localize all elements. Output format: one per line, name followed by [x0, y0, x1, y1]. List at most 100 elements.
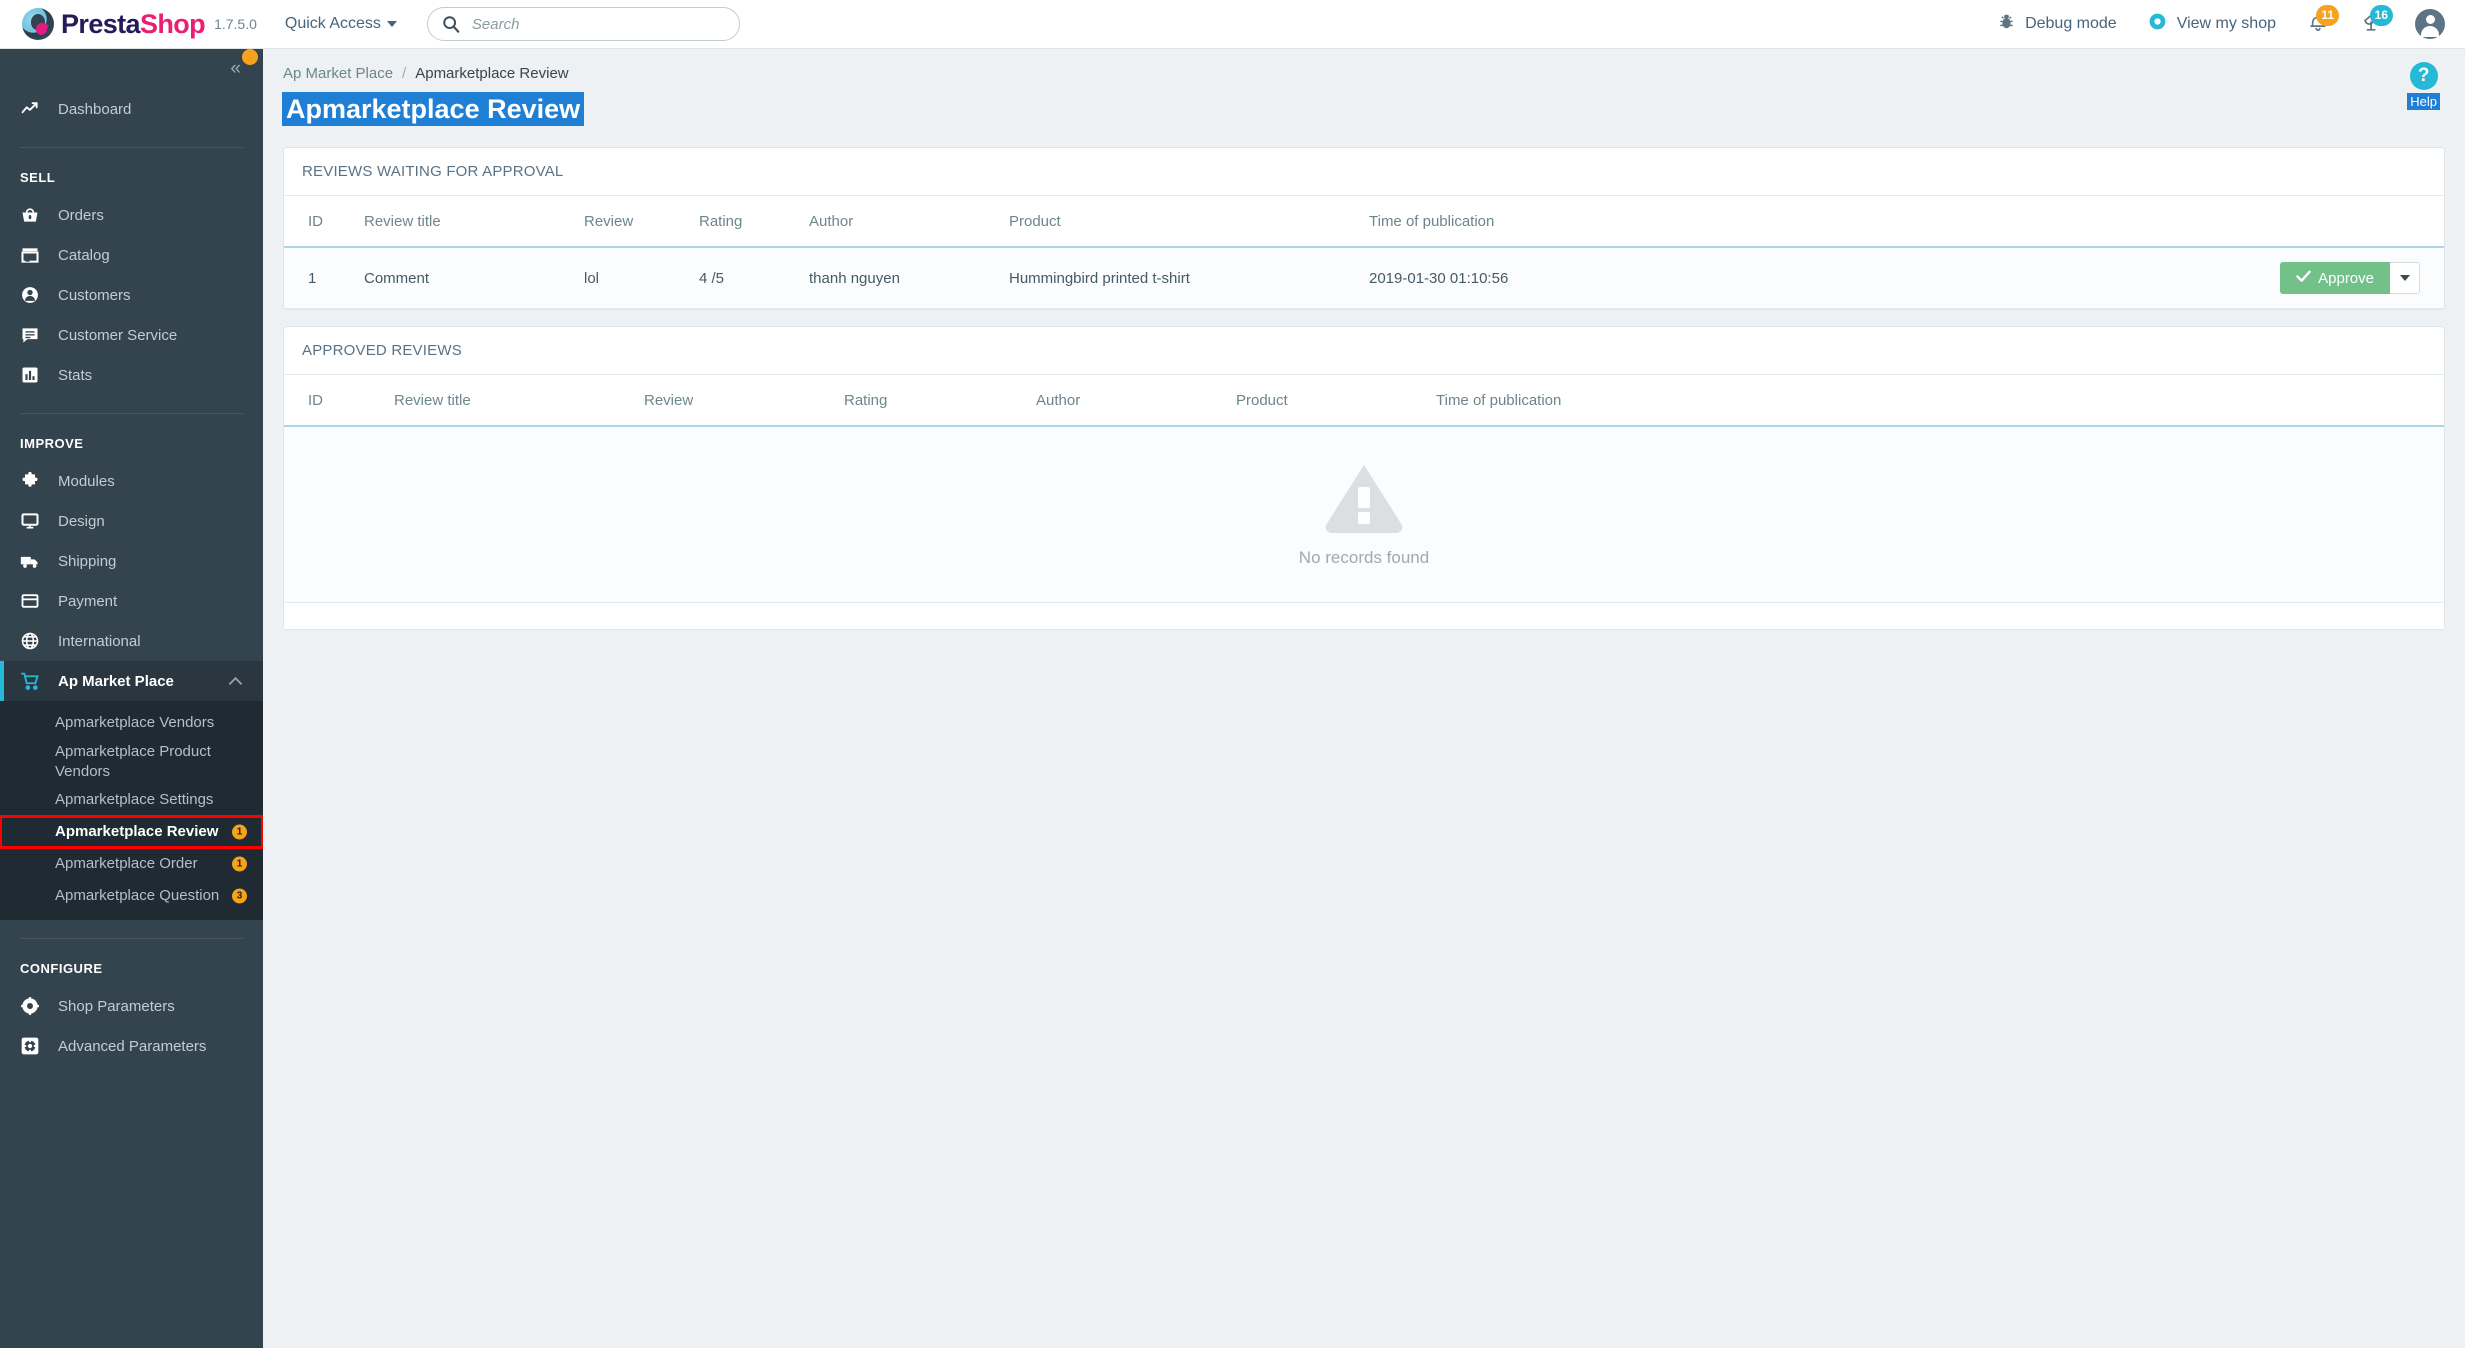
debug-mode-button[interactable]: Debug mode — [1982, 0, 2132, 49]
sidebar-subitem-label: Apmarketplace Vendors — [55, 714, 215, 732]
sidebar-item-apmarketplace-review[interactable]: Apmarketplace Review 1 — [0, 815, 263, 849]
chevron-up-icon[interactable] — [228, 673, 243, 690]
shopping-cart-icon — [20, 671, 46, 692]
page-title-text: Apmarketplace Review — [282, 92, 585, 126]
sidebar-subitem-badge: 1 — [232, 856, 247, 872]
search-box[interactable] — [426, 7, 740, 41]
quick-access-label: Quick Access — [284, 15, 381, 32]
trending-up-icon — [20, 99, 46, 119]
brand-logo-area[interactable]: PrestaShop 1.7.5.0 — [22, 8, 257, 40]
top-header-bar: PrestaShop 1.7.5.0 Quick Access Search D… — [0, 0, 2465, 49]
sidebar-notification-dot — [242, 49, 258, 65]
cell-review: lol — [574, 247, 689, 309]
bar-chart-icon — [20, 365, 46, 385]
column-header-time-of-publication: Time of publication — [1359, 196, 2264, 248]
sidebar-item-shop-parameters[interactable]: Shop Parameters — [0, 986, 263, 1026]
cell-product: Hummingbird printed t-shirt — [999, 247, 1359, 309]
person-icon — [20, 285, 46, 305]
reviews-waiting-table: ID Review title Review Rating Author Pro… — [284, 196, 2444, 309]
sidebar-subitem-label: Apmarketplace Settings — [55, 791, 214, 809]
store-icon — [20, 245, 46, 265]
sidebar-item-modules[interactable]: Modules — [0, 461, 263, 501]
puzzle-icon — [20, 471, 46, 491]
sidebar-item-advanced-parameters[interactable]: Advanced Parameters — [0, 1026, 263, 1066]
messages-button[interactable]: 16 — [2345, 0, 2399, 49]
sidebar-item-shipping[interactable]: Shipping — [0, 541, 263, 581]
sidebar-item-catalog[interactable]: Catalog — [0, 235, 263, 275]
sidebar-item-orders[interactable]: Orders — [0, 195, 263, 235]
sidebar-item-apmarketplace-vendors[interactable]: Apmarketplace Vendors — [0, 707, 263, 739]
sidebar-heading-sell: SELL — [20, 170, 56, 185]
empty-state-label: No records found — [1298, 548, 1430, 567]
search-input[interactable] — [471, 15, 692, 33]
sidebar-item-label: Shop Parameters — [58, 997, 175, 1015]
column-header-id: ID — [284, 196, 354, 248]
cell-review-title: Comment — [354, 247, 574, 309]
gear-icon — [20, 996, 46, 1016]
main-content: Ap Market Place / Apmarketplace Review A… — [263, 49, 2465, 1348]
breadcrumb-parent-link[interactable]: Ap Market Place — [283, 65, 393, 82]
sidebar-item-label: Modules — [58, 472, 115, 490]
globe-icon — [20, 631, 46, 651]
column-header-review-title: Review title — [384, 375, 634, 427]
notifications-button[interactable]: 11 — [2291, 0, 2345, 49]
sidebar-item-apmarketplace-order[interactable]: Apmarketplace Order 1 — [0, 848, 263, 880]
sidebar-item-design[interactable]: Design — [0, 501, 263, 541]
version-label: 1.7.5.0 — [214, 16, 257, 32]
sidebar-item-label: Customer Service — [58, 326, 178, 344]
chevron-down-icon — [386, 21, 397, 27]
sidebar-item-payment[interactable]: Payment — [0, 581, 263, 621]
messages-count-badge: 16 — [2369, 4, 2393, 26]
sidebar-item-label: Orders — [58, 206, 104, 224]
basket-icon — [20, 205, 46, 225]
approve-dropdown-toggle[interactable] — [2390, 262, 2420, 294]
sidebar-item-stats[interactable]: Stats — [0, 355, 263, 395]
column-header-product: Product — [1226, 375, 1426, 427]
sidebar-submenu-marketplace: Apmarketplace Vendors Apmarketplace Prod… — [0, 701, 263, 920]
sidebar-item-apmarketplace-product-vendors[interactable]: Apmarketplace Product Vendors — [0, 739, 263, 784]
reviews-waiting-panel: REVIEWS WAITING FOR APPROVAL ID Review t… — [283, 147, 2445, 310]
chat-icon — [20, 325, 46, 345]
quick-access-menu[interactable]: Quick Access — [285, 15, 397, 33]
column-header-rating: Rating — [689, 196, 799, 248]
panel-footer — [284, 603, 2444, 629]
sidebar-item-customer-service[interactable]: Customer Service — [0, 315, 263, 355]
column-header-review: Review — [634, 375, 834, 427]
approve-button[interactable]: Approve — [2280, 262, 2390, 294]
collapse-sidebar-button[interactable]: « — [230, 58, 240, 80]
reviews-waiting-panel-title: REVIEWS WAITING FOR APPROVAL — [284, 148, 2444, 196]
view-my-shop-label: View my shop — [2176, 15, 2276, 32]
sidebar-nav: « Dashboard SELL Orders Catalog Customer… — [0, 49, 263, 1348]
sidebar-item-dashboard[interactable]: Dashboard — [0, 89, 263, 129]
sidebar-item-label: Catalog — [58, 246, 110, 264]
approved-reviews-table: ID Review title Review Rating Author Pro… — [284, 375, 2444, 427]
empty-state: No records found — [284, 427, 2444, 603]
sidebar-item-customers[interactable]: Customers — [0, 275, 263, 315]
table-row[interactable]: 1 Comment lol 4 /5 thanh nguyen Hummingb… — [284, 247, 2444, 309]
help-button[interactable]: ? Help — [2407, 62, 2440, 110]
notifications-count-badge: 11 — [2316, 4, 2339, 26]
sidebar-item-label: Shipping — [58, 552, 117, 570]
brand-text: PrestaShop — [61, 9, 206, 40]
sidebar-item-apmarketplace-question[interactable]: Apmarketplace Question 3 — [0, 880, 263, 912]
cell-rating: 4 /5 — [689, 247, 799, 309]
view-my-shop-button[interactable]: View my shop — [2132, 0, 2291, 49]
eye-icon — [2147, 11, 2168, 37]
sidebar-item-ap-market-place[interactable]: Ap Market Place — [0, 661, 263, 701]
sidebar-item-label: Stats — [58, 366, 93, 384]
sidebar-item-international[interactable]: International — [0, 621, 263, 661]
sidebar-item-label: Advanced Parameters — [58, 1037, 207, 1055]
sidebar-subitem-badge: 1 — [232, 824, 247, 840]
breadcrumb-current: Apmarketplace Review — [415, 65, 569, 82]
sidebar-subitem-label: Apmarketplace Question — [55, 887, 220, 905]
user-avatar-icon[interactable] — [2415, 9, 2445, 39]
sidebar-item-apmarketplace-settings[interactable]: Apmarketplace Settings — [0, 784, 263, 816]
approve-button-group: Approve — [2280, 262, 2420, 294]
credit-card-icon — [20, 591, 46, 611]
column-header-author: Author — [1026, 375, 1226, 427]
cell-time-of-publication: 2019-01-30 01:10:56 — [1359, 247, 2264, 309]
column-header-author: Author — [799, 196, 999, 248]
sidebar-item-label: Dashboard — [58, 100, 132, 118]
truck-icon — [20, 551, 46, 571]
prestashop-logo-icon — [22, 8, 54, 40]
